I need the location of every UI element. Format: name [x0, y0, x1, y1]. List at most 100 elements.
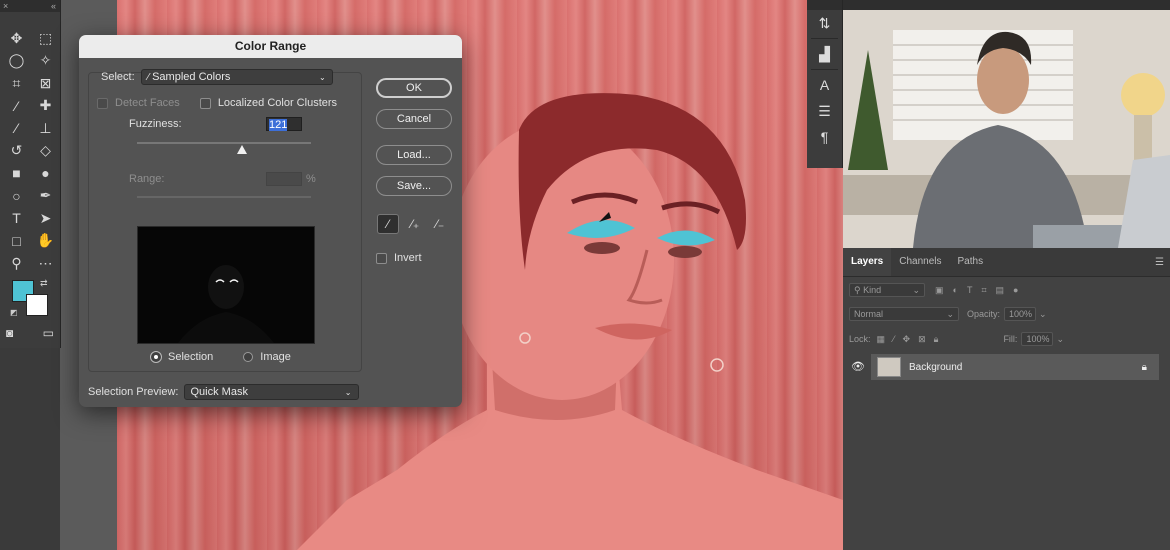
- tab-layers[interactable]: Layers: [843, 248, 892, 276]
- layers-panel-tabs: Layers Channels Paths ☰: [843, 248, 1170, 277]
- adjustments-icon[interactable]: ☰: [807, 98, 842, 124]
- lock-artboard-icon[interactable]: ⊠: [918, 334, 926, 345]
- close-icon[interactable]: ×: [3, 1, 8, 11]
- eyedropper-icon[interactable]: ⁄: [2, 95, 31, 118]
- kind-label: Kind: [863, 284, 882, 295]
- layer-name: Background: [909, 361, 963, 373]
- subtract-from-sample-icon[interactable]: ⁄₋: [429, 214, 451, 234]
- lock-image-icon[interactable]: ⁄: [893, 334, 895, 344]
- filter-shape-icon[interactable]: ⌗: [981, 285, 986, 296]
- background-color-swatch[interactable]: [26, 294, 48, 316]
- filter-adjustment-icon[interactable]: ◐: [953, 285, 958, 295]
- quick-mask-icon[interactable]: ◙: [6, 326, 13, 340]
- panel-menu-icon[interactable]: ☰: [1155, 257, 1164, 268]
- blend-mode-value: Normal: [854, 309, 884, 319]
- range-slider-track[interactable]: [137, 196, 311, 198]
- paragraph-icon[interactable]: ¶: [807, 124, 842, 150]
- filter-toggle-icon[interactable]: ●: [1013, 285, 1018, 295]
- pen-icon[interactable]: ✒: [31, 185, 60, 208]
- type-icon[interactable]: T: [2, 207, 31, 230]
- selection-preview-dropdown[interactable]: Quick Mask ⌄: [183, 384, 359, 400]
- hand-icon[interactable]: ✋: [31, 230, 60, 253]
- chevron-down-icon: ⌄: [946, 308, 954, 319]
- history-icon[interactable]: ⇅: [807, 10, 842, 36]
- chevron-down-icon[interactable]: ⌄: [1039, 309, 1047, 320]
- marquee-icon[interactable]: ⬚: [31, 27, 60, 50]
- ok-button[interactable]: OK: [376, 78, 452, 98]
- select-dropdown[interactable]: ⁄ Sampled Colors ⌄: [140, 69, 333, 85]
- color-swatches[interactable]: ⇄ ◩: [10, 278, 50, 320]
- load-button[interactable]: Load...: [376, 145, 452, 165]
- image-radio[interactable]: [243, 352, 254, 362]
- fill-label: Fill:: [1003, 334, 1018, 344]
- visibility-eye-icon[interactable]: 👁︎: [851, 360, 865, 373]
- chevron-down-icon[interactable]: ⌄: [1056, 334, 1064, 345]
- chevron-down-icon: ⌄: [318, 72, 326, 82]
- invert-checkbox[interactable]: [376, 252, 387, 264]
- tab-channels[interactable]: Channels: [891, 248, 949, 276]
- frame-icon[interactable]: ⊠: [31, 72, 60, 95]
- blur-icon[interactable]: ●: [31, 162, 60, 185]
- range-input[interactable]: [266, 172, 302, 186]
- screen-mode-icon[interactable]: ▭: [43, 326, 54, 340]
- layer-row-background[interactable]: Background 🔒︎: [871, 354, 1159, 380]
- lock-label: Lock:: [849, 334, 871, 344]
- swap-colors-icon[interactable]: ⇄: [40, 278, 48, 289]
- fill-input[interactable]: 100%: [1021, 332, 1054, 346]
- filter-smart-object-icon[interactable]: ▤: [996, 285, 1005, 296]
- brush-icon[interactable]: ⁄: [2, 117, 31, 140]
- eraser-icon[interactable]: ◇: [31, 140, 60, 163]
- rectangle-icon[interactable]: □: [2, 230, 31, 253]
- layer-filter-kind[interactable]: ⚲ Kind ⌄: [849, 283, 925, 297]
- collapse-icon[interactable]: «: [51, 0, 56, 12]
- selection-preview-label: Selection Preview:: [88, 386, 179, 398]
- filter-type-icon[interactable]: T: [967, 285, 973, 295]
- image-radio-label: Image: [260, 351, 291, 363]
- gradient-icon[interactable]: ■: [2, 162, 31, 185]
- lock-icon: 🔒︎: [1141, 361, 1147, 373]
- layer-thumbnail: [877, 357, 901, 377]
- color-range-dialog: Color Range Select: ⁄ Sampled Colors ⌄ D…: [79, 35, 462, 407]
- layers-panel: Layers Channels Paths ☰ ⚲ Kind ⌄ ▣ ◐ T ⌗…: [843, 248, 1170, 550]
- search-icon: ⚲: [854, 284, 864, 295]
- save-button[interactable]: Save...: [376, 176, 452, 196]
- dialog-title[interactable]: Color Range: [79, 35, 462, 58]
- character-icon[interactable]: A: [807, 72, 842, 98]
- filter-pixel-icon[interactable]: ▣: [935, 285, 944, 296]
- zoom-icon[interactable]: ⚲: [2, 252, 31, 275]
- path-selection-icon[interactable]: ➤: [31, 207, 60, 230]
- healing-brush-icon[interactable]: ✚: [31, 95, 60, 118]
- toolbar-header[interactable]: × «: [0, 0, 60, 12]
- detect-faces-checkbox[interactable]: [97, 97, 108, 109]
- selection-radio[interactable]: [150, 351, 162, 363]
- dodge-icon[interactable]: ○: [2, 185, 31, 208]
- lock-position-icon[interactable]: ✥: [903, 334, 911, 345]
- history-brush-icon[interactable]: ↺: [2, 140, 31, 163]
- lock-transparent-icon[interactable]: ▦: [877, 334, 886, 345]
- fuzziness-input[interactable]: 121: [266, 117, 302, 131]
- localized-clusters-checkbox[interactable]: [199, 97, 211, 109]
- fuzziness-slider-track[interactable]: [137, 142, 311, 144]
- blend-mode-dropdown[interactable]: Normal ⌄: [849, 307, 959, 321]
- select-label: Select:: [101, 71, 135, 83]
- more-tools-icon[interactable]: ⋯: [31, 252, 60, 275]
- histogram-icon[interactable]: ▟: [807, 41, 842, 67]
- fuzziness-slider-thumb[interactable]: [237, 145, 247, 154]
- lasso-icon[interactable]: ◯: [2, 50, 31, 73]
- add-to-sample-icon[interactable]: ⁄₊: [404, 214, 426, 234]
- move-icon[interactable]: ✥: [2, 27, 31, 50]
- selection-preview-thumbnail: [137, 226, 315, 344]
- crop-icon[interactable]: ⌗: [2, 72, 31, 95]
- default-colors-icon[interactable]: ◩: [10, 308, 18, 317]
- cancel-button[interactable]: Cancel: [376, 109, 452, 129]
- range-unit: %: [306, 173, 316, 185]
- stamp-icon[interactable]: ⊥: [31, 117, 60, 140]
- tools-panel: × « ✥ ⬚ ◯ ✧ ⌗ ⊠ ⁄ ✚ ⁄ ⊥ ↺ ◇ ■ ● ○ ✒ T ➤ □ ✋ ⚲ ⋯ ⇄ ◩ ◙ ▭: [0, 0, 61, 348]
- presenter-video: [843, 10, 1170, 248]
- lock-all-icon[interactable]: 🔒︎: [934, 334, 939, 345]
- tab-paths[interactable]: Paths: [950, 248, 992, 276]
- chevron-down-icon: ⌄: [344, 387, 352, 397]
- opacity-input[interactable]: 100%: [1004, 307, 1037, 321]
- magic-wand-icon[interactable]: ✧: [31, 50, 60, 73]
- eyedropper-tool-icon[interactable]: ⁄: [377, 214, 399, 234]
